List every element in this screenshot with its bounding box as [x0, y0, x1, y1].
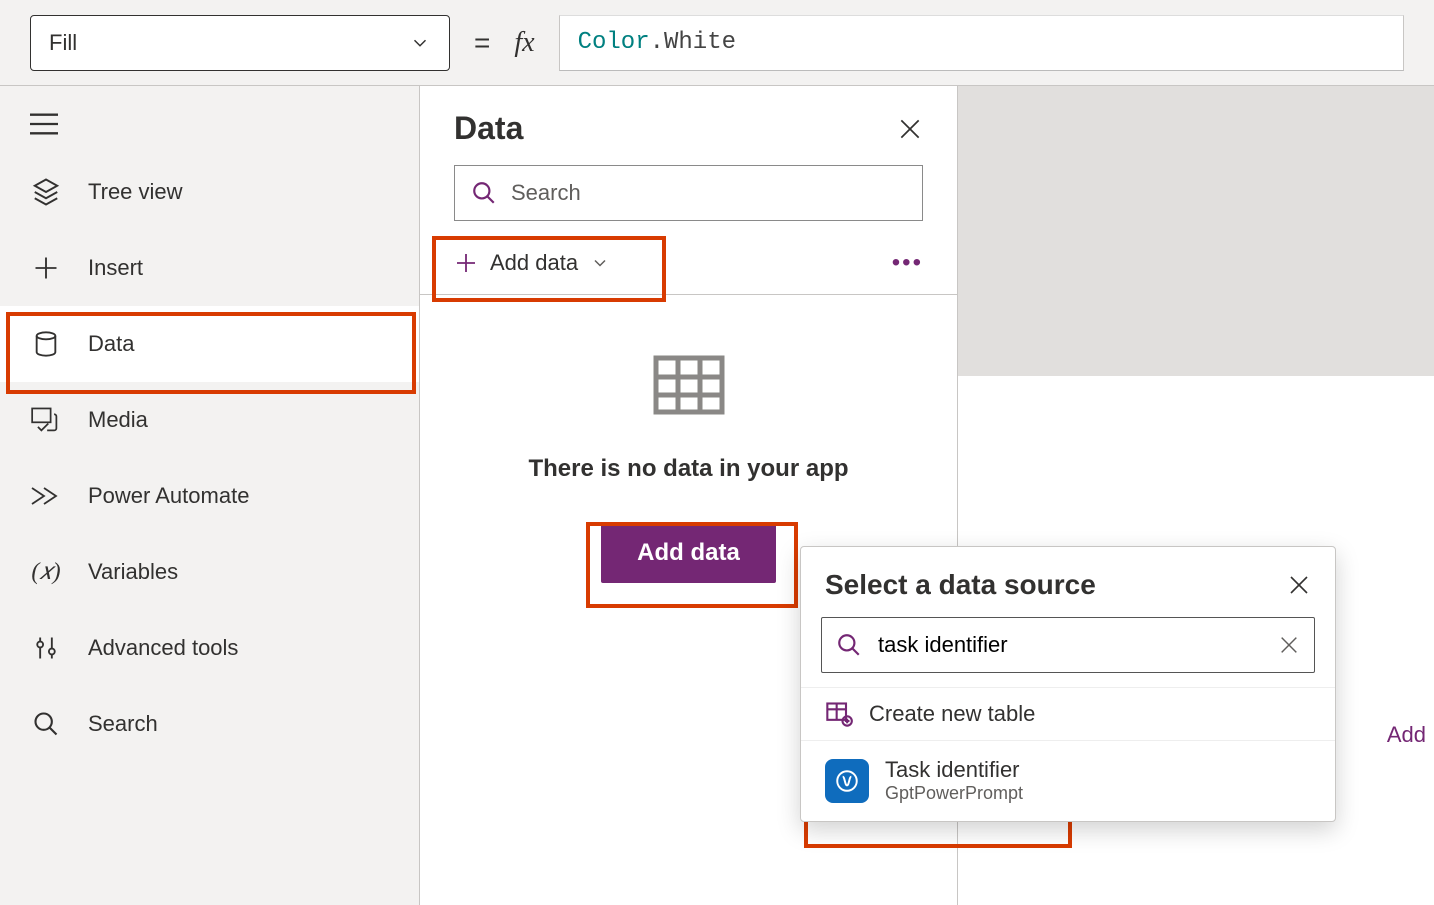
database-icon [28, 330, 64, 358]
table-plus-icon [825, 700, 853, 728]
search-icon [471, 180, 497, 206]
rail-item-insert[interactable]: Insert [0, 230, 419, 306]
more-icon[interactable]: ••• [892, 249, 923, 277]
close-icon[interactable] [897, 116, 923, 142]
plus-icon [28, 254, 64, 282]
rail-item-label: Power Automate [88, 483, 249, 509]
ai-prompt-icon [825, 759, 869, 803]
rail-item-variables[interactable]: (𝑥) Variables [0, 534, 419, 610]
rail-item-label: Media [88, 407, 148, 433]
chevron-down-icon [590, 253, 610, 273]
left-rail: Tree view Insert Data Media Power Automa [0, 86, 420, 905]
rail-item-label: Data [88, 331, 134, 357]
flow-icon [28, 484, 64, 508]
rail-item-search[interactable]: Search [0, 686, 419, 762]
add-control-link[interactable]: Add [1387, 722, 1426, 748]
rail-item-tree-view[interactable]: Tree view [0, 154, 419, 230]
rail-item-media[interactable]: Media [0, 382, 419, 458]
formula-token-object: Color [578, 29, 650, 56]
select-data-source-popup: Select a data source Create new table Ta… [800, 546, 1336, 822]
tools-icon [28, 634, 64, 662]
rail-item-label: Variables [88, 559, 178, 585]
data-pane-title: Data [454, 110, 523, 147]
variable-icon: (𝑥) [28, 559, 64, 586]
formula-token-dot: . [650, 29, 664, 56]
rail-item-label: Tree view [88, 179, 183, 205]
search-icon [28, 710, 64, 738]
table-icon [653, 355, 725, 415]
add-data-label: Add data [490, 250, 578, 276]
empty-state-message: There is no data in your app [528, 455, 848, 483]
popup-search-value[interactable] [876, 631, 1264, 659]
layers-icon [28, 177, 64, 207]
add-data-button[interactable]: Add data [601, 523, 776, 583]
property-selector[interactable]: Fill [30, 15, 450, 71]
rail-item-label: Insert [88, 255, 143, 281]
rail-item-label: Advanced tools [88, 635, 238, 661]
equals-sign: = [474, 27, 490, 59]
media-icon [28, 407, 64, 433]
rail-item-data[interactable]: Data [0, 306, 419, 382]
rail-item-label: Search [88, 711, 158, 737]
plus-icon [454, 251, 478, 275]
formula-input[interactable]: Color.White [559, 15, 1404, 71]
rail-item-power-automate[interactable]: Power Automate [0, 458, 419, 534]
data-source-result[interactable]: Task identifier GptPowerPrompt [801, 740, 1335, 821]
result-subtitle: GptPowerPrompt [885, 783, 1023, 805]
search-icon [836, 632, 862, 658]
chevron-down-icon [409, 32, 431, 54]
create-table-label: Create new table [869, 701, 1035, 727]
add-data-dropdown[interactable]: Add data [454, 250, 610, 276]
popup-title: Select a data source [825, 569, 1096, 601]
popup-search-input[interactable] [821, 617, 1315, 673]
create-new-table[interactable]: Create new table [801, 687, 1335, 740]
clear-icon[interactable] [1278, 634, 1300, 656]
close-icon[interactable] [1287, 573, 1311, 597]
fx-icon: fx [514, 27, 534, 59]
search-placeholder: Search [511, 180, 581, 206]
formula-token-value: White [664, 29, 736, 56]
rail-item-advanced-tools[interactable]: Advanced tools [0, 610, 419, 686]
formula-bar: Fill = fx Color.White [0, 0, 1434, 86]
data-search-input[interactable]: Search [454, 165, 923, 221]
hamburger-icon[interactable] [14, 94, 74, 154]
property-label: Fill [49, 30, 77, 56]
result-title: Task identifier [885, 757, 1023, 783]
